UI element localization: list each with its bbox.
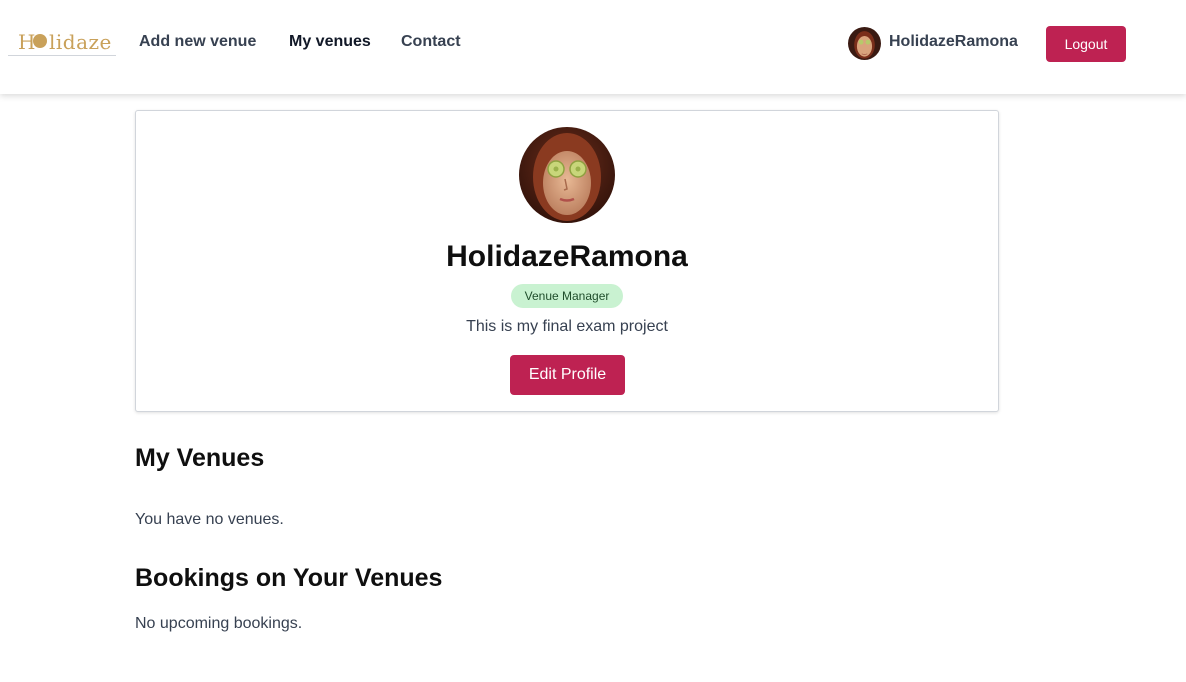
nav-contact[interactable]: Contact xyxy=(401,33,461,51)
profile-bio: This is my final exam project xyxy=(466,318,668,335)
role-badge: Venue Manager xyxy=(511,284,623,308)
logo-text: lidaze xyxy=(49,30,112,54)
my-venues-heading: My Venues xyxy=(135,444,265,472)
bookings-heading: Bookings on Your Venues xyxy=(135,564,443,592)
profile-photo-icon xyxy=(519,127,615,223)
no-venues-text: You have no venues. xyxy=(135,511,284,528)
logo-sun-icon xyxy=(33,34,47,48)
site-header: H lidaze Add new venue My venues Contact… xyxy=(0,0,1186,94)
profile-name: HolidazeRamona xyxy=(446,240,688,273)
avatar-image-icon xyxy=(848,27,881,60)
user-avatar[interactable] xyxy=(848,27,881,60)
holidaze-logo[interactable]: H lidaze xyxy=(8,28,116,56)
logout-button[interactable]: Logout xyxy=(1046,26,1126,62)
user-name[interactable]: HolidazeRamona xyxy=(889,33,1018,51)
profile-card: HolidazeRamona Venue Manager This is my … xyxy=(135,110,999,412)
nav-my-venues[interactable]: My venues xyxy=(289,33,371,51)
profile-avatar xyxy=(519,127,615,223)
no-bookings-text: No upcoming bookings. xyxy=(135,615,303,632)
nav-add-new-venue[interactable]: Add new venue xyxy=(139,33,256,51)
edit-profile-button[interactable]: Edit Profile xyxy=(510,355,625,395)
